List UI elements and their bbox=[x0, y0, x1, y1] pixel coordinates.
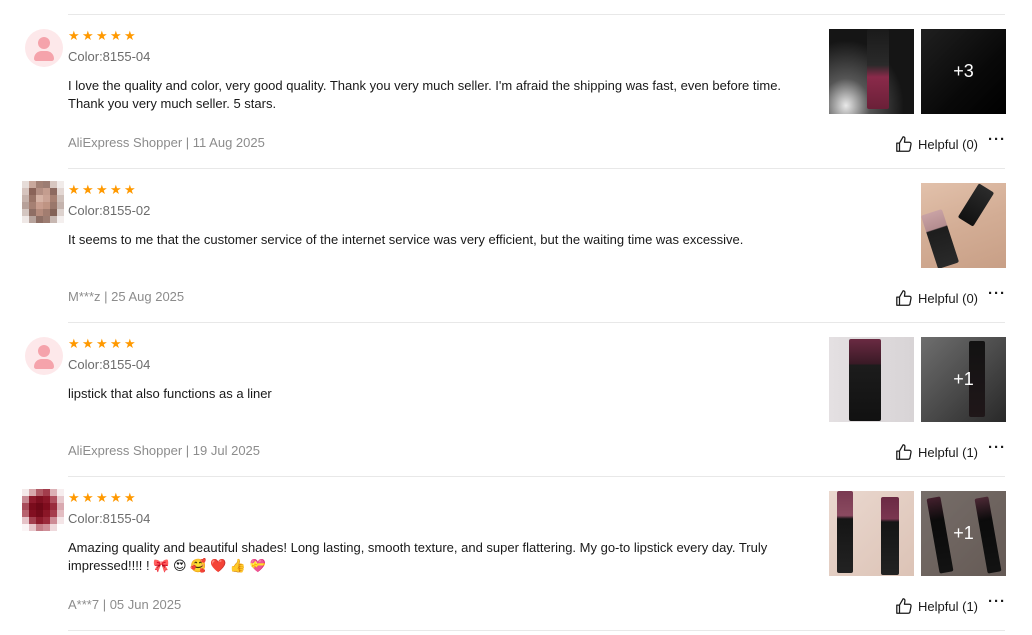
review-date: 11 Aug 2025 bbox=[192, 135, 265, 150]
helpful-label: Helpful (1) bbox=[918, 598, 978, 614]
review-meta: A***7 | 05 Jun 2025 bbox=[68, 597, 181, 612]
star-rating: ★ ★ ★ ★ ★ bbox=[68, 29, 137, 43]
star-icon: ★ bbox=[96, 182, 108, 197]
star-icon: ★ bbox=[110, 28, 122, 43]
helpful-button[interactable]: Helpful (1) bbox=[895, 443, 978, 461]
reviews-list: ★ ★ ★ ★ ★ Color:8155-04 I love the quali… bbox=[0, 0, 1032, 635]
thumbs-up-icon bbox=[896, 444, 912, 460]
review-photo-more[interactable]: +1 bbox=[921, 337, 1006, 422]
star-icon: ★ bbox=[124, 490, 136, 505]
review-text: lipstick that also functions as a liner bbox=[68, 386, 272, 401]
meta-separator: | bbox=[182, 135, 193, 150]
review-text: It seems to me that the customer service… bbox=[68, 232, 744, 247]
review-text: I love the quality and color, very good … bbox=[68, 78, 782, 111]
star-icon: ★ bbox=[110, 490, 122, 505]
review-date: 05 Jun 2025 bbox=[109, 597, 182, 612]
thumbs-up-icon bbox=[896, 290, 912, 306]
helpful-button[interactable]: Helpful (0) bbox=[895, 135, 978, 153]
more-photos-count: +1 bbox=[921, 491, 1006, 576]
review-date: 25 Aug 2025 bbox=[111, 289, 185, 304]
meta-separator: | bbox=[182, 443, 193, 458]
helpful-button[interactable]: Helpful (1) bbox=[895, 597, 978, 615]
author-name: AliExpress Shopper bbox=[68, 443, 183, 458]
star-icon: ★ bbox=[68, 28, 80, 43]
default-avatar-icon bbox=[25, 337, 63, 375]
more-options-icon[interactable]: ··· bbox=[988, 440, 1006, 455]
review-photo[interactable] bbox=[829, 29, 914, 114]
star-icon: ★ bbox=[82, 182, 94, 197]
helpful-button[interactable]: Helpful (0) bbox=[895, 289, 978, 307]
star-icon: ★ bbox=[124, 336, 136, 351]
review-date: 19 Jul 2025 bbox=[192, 443, 261, 458]
meta-separator: | bbox=[100, 289, 112, 304]
review-item: ★ ★ ★ ★ ★ Color:8155-04 I love the quali… bbox=[0, 15, 1032, 169]
author-name: AliExpress Shopper bbox=[68, 135, 183, 150]
thumbs-up-icon bbox=[896, 136, 912, 152]
review-item: ★ ★ ★ ★ ★ Color:8155-04 Amazing quality … bbox=[0, 477, 1032, 631]
helpful-label: Helpful (1) bbox=[918, 444, 978, 460]
star-icon: ★ bbox=[110, 182, 122, 197]
thumbs-up-icon bbox=[896, 598, 912, 614]
helpful-label: Helpful (0) bbox=[918, 290, 978, 306]
color-variant: Color:8155-04 bbox=[68, 511, 151, 526]
color-variant: Color:8155-04 bbox=[68, 49, 151, 64]
star-icon: ★ bbox=[68, 182, 80, 197]
review-photo[interactable] bbox=[921, 183, 1006, 268]
more-options-icon[interactable]: ··· bbox=[988, 132, 1006, 147]
review-photo-more[interactable]: +3 bbox=[921, 29, 1006, 114]
star-icon: ★ bbox=[68, 490, 80, 505]
divider bbox=[68, 630, 1005, 631]
more-options-icon[interactable]: ··· bbox=[988, 594, 1006, 609]
review-photo-more[interactable]: +1 bbox=[921, 491, 1006, 576]
user-avatar bbox=[22, 181, 64, 223]
star-rating: ★ ★ ★ ★ ★ bbox=[68, 183, 137, 197]
star-icon: ★ bbox=[124, 28, 136, 43]
meta-separator: | bbox=[99, 597, 110, 612]
review-photo[interactable] bbox=[829, 337, 914, 422]
review-meta: AliExpress Shopper | 19 Jul 2025 bbox=[68, 443, 260, 458]
star-rating: ★ ★ ★ ★ ★ bbox=[68, 491, 137, 505]
star-rating: ★ ★ ★ ★ ★ bbox=[68, 337, 137, 351]
color-variant: Color:8155-04 bbox=[68, 357, 151, 372]
star-icon: ★ bbox=[96, 28, 108, 43]
review-photo[interactable] bbox=[829, 491, 914, 576]
author-name: M***z bbox=[68, 289, 101, 304]
star-icon: ★ bbox=[82, 336, 94, 351]
more-options-icon[interactable]: ··· bbox=[988, 286, 1006, 301]
review-item: ★ ★ ★ ★ ★ Color:8155-02 It seems to me t… bbox=[0, 169, 1032, 323]
star-icon: ★ bbox=[82, 490, 94, 505]
review-meta: M***z | 25 Aug 2025 bbox=[68, 289, 184, 304]
star-icon: ★ bbox=[68, 336, 80, 351]
star-icon: ★ bbox=[96, 336, 108, 351]
default-avatar-icon bbox=[25, 29, 63, 67]
more-photos-count: +3 bbox=[921, 29, 1006, 114]
more-photos-count: +1 bbox=[921, 337, 1006, 422]
author-name: A***7 bbox=[68, 597, 100, 612]
user-avatar bbox=[22, 489, 64, 531]
review-item: ★ ★ ★ ★ ★ Color:8155-04 lipstick that al… bbox=[0, 323, 1032, 477]
star-icon: ★ bbox=[82, 28, 94, 43]
review-text: Amazing quality and beautiful shades! Lo… bbox=[68, 540, 768, 573]
star-icon: ★ bbox=[96, 490, 108, 505]
star-icon: ★ bbox=[110, 336, 122, 351]
helpful-label: Helpful (0) bbox=[918, 136, 978, 152]
review-meta: AliExpress Shopper | 11 Aug 2025 bbox=[68, 135, 265, 150]
color-variant: Color:8155-02 bbox=[68, 203, 151, 218]
star-icon: ★ bbox=[124, 182, 136, 197]
